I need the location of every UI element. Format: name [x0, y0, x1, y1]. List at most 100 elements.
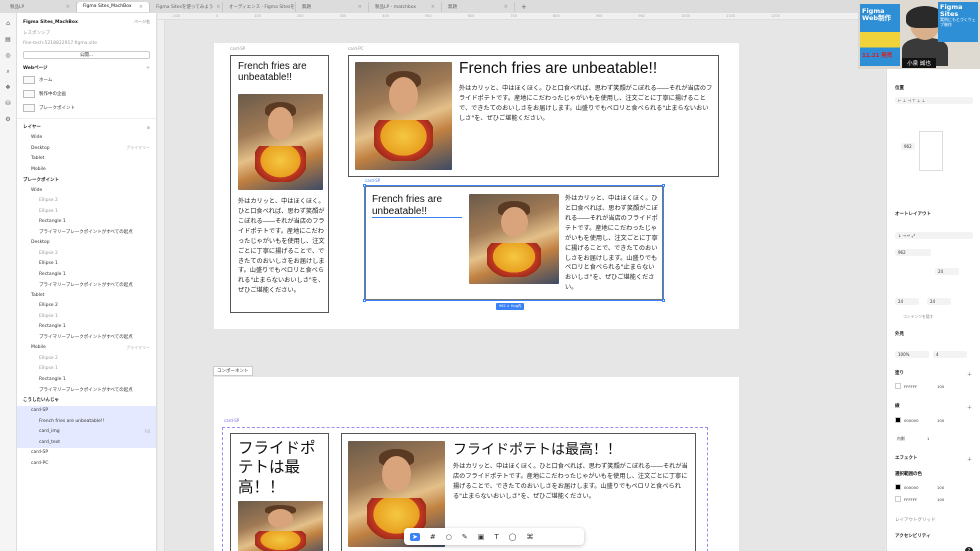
layer-item[interactable]: プライマリーブレークポイントがすべての起点 [17, 385, 156, 396]
sel-color-hex[interactable]: 000000 [904, 485, 919, 490]
stroke-swatch[interactable] [895, 417, 901, 423]
fill-swatch[interactable] [895, 383, 901, 389]
search-icon[interactable]: ⌕ [4, 68, 12, 76]
close-icon[interactable]: × [504, 4, 508, 10]
settings-icon[interactable]: ⚙ [4, 116, 12, 124]
help-icon[interactable]: ? [965, 547, 973, 551]
auto-width-field[interactable]: 962 [895, 249, 931, 256]
new-tab-icon[interactable]: + [515, 3, 533, 11]
clip-content-label[interactable]: コンテンツを隠す [903, 314, 933, 320]
layer-item[interactable]: Ellipse 1 [17, 364, 156, 375]
layer-item[interactable]: Rectangle 1 [17, 269, 156, 280]
stroke-hex[interactable]: 000000 [904, 418, 919, 423]
layer-item[interactable]: プライマリーブレークポイントがすべての起点 [17, 332, 156, 343]
layer-item[interactable]: Tablet [17, 154, 156, 165]
layer-item[interactable]: Tablet [17, 290, 156, 301]
fill-hex[interactable]: FFFFFF [904, 384, 917, 389]
layer-item[interactable]: Desktop プライマリー [17, 143, 156, 154]
sel-color-swatch[interactable] [895, 496, 901, 502]
close-icon[interactable]: × [66, 4, 70, 10]
align-controls[interactable]: ⊢ ⊥ ⊣ ⊤ ⊥ ⊥ [895, 97, 973, 104]
browser-tab[interactable]: Figma Sitesを使ってみよう × [150, 1, 223, 12]
publish-button[interactable]: 公開... [23, 50, 150, 59]
layer-item[interactable]: Rectangle 1 [17, 217, 156, 228]
layer-item[interactable]: Mobile [17, 164, 156, 175]
pen-tool-icon[interactable]: ✎ [462, 533, 468, 541]
layer-item[interactable]: Ellipse 2 [17, 301, 156, 312]
layer-item[interactable]: Rectangle 1 [17, 322, 156, 333]
page-item[interactable]: 製作中の企画 [17, 87, 156, 101]
close-icon[interactable]: × [431, 4, 435, 10]
stroke-weight[interactable]: 1 [927, 436, 929, 441]
layer-item[interactable]: Desktop [17, 238, 156, 249]
browser-tab[interactable]: Figma Sites_MachBox × [77, 1, 150, 12]
constraints-widget[interactable] [919, 131, 943, 171]
browser-tab[interactable]: 無題 × [296, 1, 369, 12]
radius-field[interactable]: 4 [933, 351, 967, 358]
resize-handle[interactable] [362, 298, 366, 302]
asset-icon[interactable]: ◎ [4, 52, 12, 60]
stroke-opacity[interactable]: 100 [937, 418, 944, 423]
layer-item[interactable]: card-PC [17, 458, 156, 469]
layer-item[interactable]: プライマリーブレークポイントがすべての起点 [17, 227, 156, 238]
close-icon[interactable]: × [139, 4, 143, 10]
resize-handle[interactable] [661, 298, 665, 302]
fill-opacity[interactable]: 100 [937, 384, 944, 389]
image-tool-icon[interactable]: ▣ [478, 533, 485, 541]
layer-item[interactable]: Wide [17, 185, 156, 196]
sel-color-swatch[interactable] [895, 484, 901, 490]
close-icon[interactable]: × [216, 4, 220, 10]
gap-field[interactable]: 24 [935, 268, 959, 275]
layers-toggle-icon[interactable]: ⊞ [147, 125, 150, 130]
stroke-position[interactable]: 内側 [897, 436, 905, 442]
layer-item[interactable]: card-SP [17, 448, 156, 459]
add-effect-icon[interactable]: ＋ [967, 456, 972, 463]
browser-tab[interactable]: オーディエンス · Figma Sitesを使って× [223, 1, 296, 12]
layer-item[interactable]: プライマリーブレークポイントがすべての起点 [17, 280, 156, 291]
page-item[interactable]: ホーム [17, 73, 156, 87]
component-icon[interactable]: ❖ [4, 84, 12, 92]
add-stroke-icon[interactable]: ＋ [967, 404, 972, 411]
resize-handle[interactable] [362, 183, 366, 187]
add-fill-icon[interactable]: ＋ [967, 371, 972, 378]
site-url-row[interactable]: fine-tech-5218822917.figma.site [17, 38, 156, 49]
database-icon[interactable]: ⛁ [4, 100, 12, 108]
direction-controls[interactable]: ↓ → ↵ ⤢ [895, 232, 973, 239]
browser-tab[interactable]: 製品LP × [4, 1, 77, 12]
close-icon[interactable]: × [358, 4, 362, 10]
layer-item[interactable]: Ellipse 2 [17, 353, 156, 364]
sel-color-opacity[interactable]: 100 [937, 485, 944, 490]
code-tool-icon[interactable]: ⌘ [526, 533, 533, 541]
browser-tab[interactable]: 製品LP - matchbox × [369, 1, 442, 12]
file-name-row[interactable]: Figma Sites_MachBox ページ名 [17, 17, 156, 28]
opacity-field[interactable]: 100% [895, 351, 929, 358]
text-tool-icon[interactable]: T [494, 533, 498, 541]
comment-tool-icon[interactable]: ◯ [509, 533, 517, 541]
layer-item[interactable]: ブレークポイント [17, 175, 156, 186]
shape-tool-icon[interactable]: ○ [446, 533, 452, 541]
padding-h-field[interactable]: 24 [895, 298, 919, 305]
resize-handle[interactable] [661, 183, 665, 187]
sel-color-opacity[interactable]: 100 [937, 497, 944, 502]
file-icon[interactable]: ▤ [4, 36, 12, 44]
layer-item[interactable]: Ellipse 2 [17, 248, 156, 259]
layer-item[interactable]: Ellipse 2 [17, 196, 156, 207]
width-field[interactable]: 962 [901, 143, 915, 150]
layer-item[interactable]: こうしたいんじゃ [17, 395, 156, 406]
layer-item[interactable]: card-SP [17, 405, 156, 416]
layer-item[interactable]: Rectangle 1 [17, 374, 156, 385]
browser-tab[interactable]: 無題 × [442, 1, 515, 12]
card-title-selected[interactable]: French fries are unbeatable!! [372, 194, 462, 218]
move-tool-icon[interactable]: ➤ [410, 532, 420, 541]
layer-item[interactable]: card_text [17, 437, 156, 448]
add-page-icon[interactable]: ＋ [146, 65, 150, 71]
layer-item[interactable]: Mobile プライマリー [17, 343, 156, 354]
page-item[interactable]: ブレークポイント [17, 101, 156, 115]
layer-item[interactable]: Ellipse 1 [17, 311, 156, 322]
padding-v-field[interactable]: 24 [927, 298, 951, 305]
frame-tool-icon[interactable]: # [430, 533, 436, 541]
layer-item[interactable]: card_img Fill [17, 426, 156, 437]
layer-item[interactable]: Ellipse 1 [17, 259, 156, 270]
canvas[interactable]: -100 0 100 200 300 400 500 600 700 800 900 962 1000 1… [158, 13, 885, 551]
home-icon[interactable]: ⌂ [4, 20, 12, 28]
